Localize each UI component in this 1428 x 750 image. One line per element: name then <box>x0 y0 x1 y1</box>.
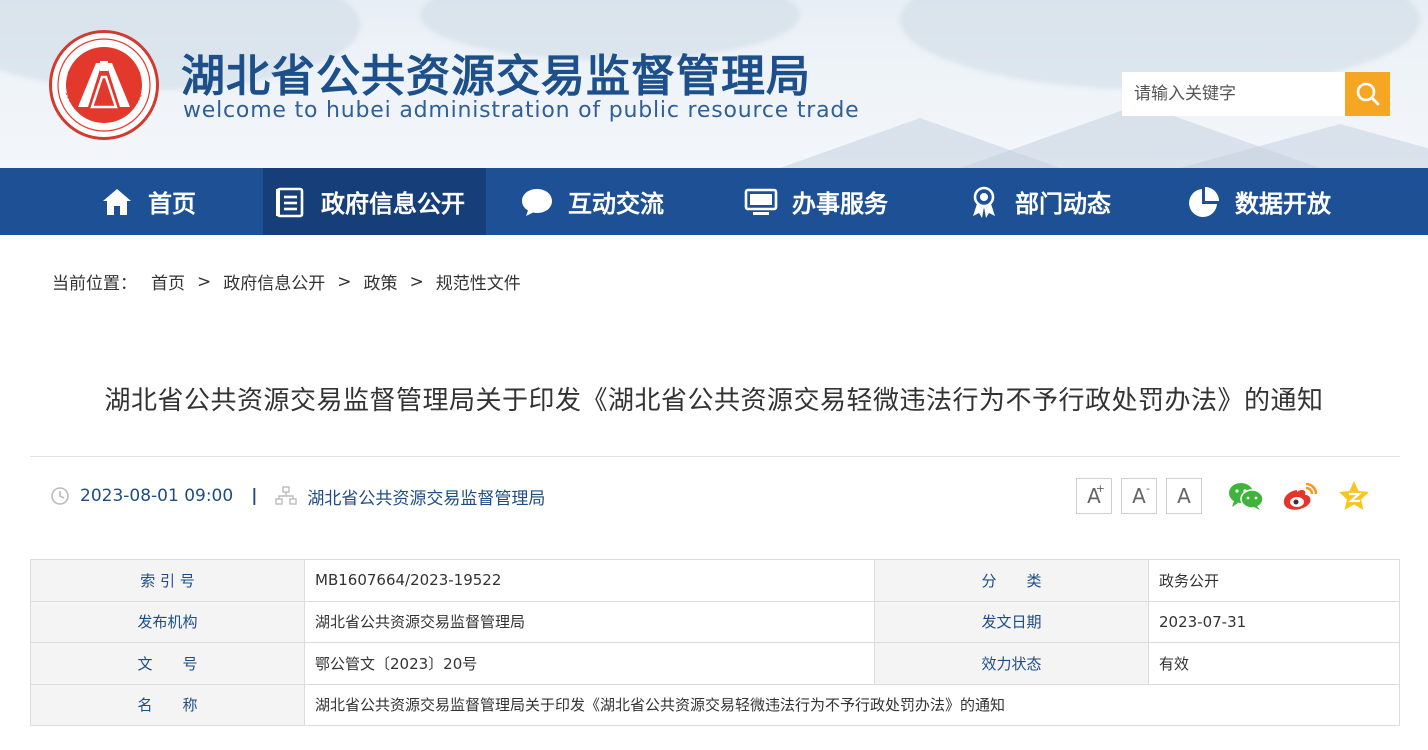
search-button[interactable] <box>1345 72 1390 116</box>
breadcrumb-separator: > <box>197 271 212 292</box>
document-info-table: 索 引 号 MB1607664/2023-19522 分 类 政务公开 发布机构… <box>30 559 1400 726</box>
publish-source: 湖北省公共资源交易监督管理局 <box>307 488 546 509</box>
divider <box>30 456 1400 457</box>
info-value: 鄂公管文〔2023〕20号 <box>304 642 875 685</box>
site-header: 湖北省公共资源交易监督管理局 welcome to hubei administ… <box>0 0 1428 168</box>
wechat-icon <box>1229 483 1264 510</box>
breadcrumb-link-policy[interactable]: 政策 <box>364 269 398 294</box>
qzone-icon <box>1339 481 1369 510</box>
share-qzone-button[interactable] <box>1334 478 1374 514</box>
nav-item-services[interactable]: 办事服务 <box>744 168 914 235</box>
nav-item-gov-info[interactable]: 政府信息公开 <box>263 168 486 235</box>
logo-emblem-icon <box>57 38 151 132</box>
info-value: 湖北省公共资源交易监督管理局 <box>304 600 875 643</box>
share-weibo-button[interactable] <box>1280 478 1320 514</box>
table-row: 文 号 鄂公管文〔2023〕20号 效力状态 有效 <box>30 642 1400 685</box>
chat-bubble-icon <box>520 185 554 219</box>
breadcrumb-label: 当前位置： <box>52 274 137 294</box>
font-reset-label: A <box>1177 484 1191 508</box>
nav-item-label: 数据开放 <box>1235 190 1331 218</box>
search-input[interactable] <box>1122 72 1346 116</box>
font-decrease-label: A <box>1132 484 1146 508</box>
nav-item-label: 政府信息公开 <box>321 190 465 218</box>
info-value: MB1607664/2023-19522 <box>304 559 875 602</box>
site-subtitle: welcome to hubei administration of publi… <box>183 98 860 123</box>
info-key: 发布机构 <box>30 600 305 643</box>
nav-item-label: 办事服务 <box>792 190 888 218</box>
font-increase-button[interactable]: A + <box>1076 478 1112 514</box>
weibo-icon <box>1283 482 1318 510</box>
nav-item-open-data[interactable]: 数据开放 <box>1187 168 1357 235</box>
breadcrumb-link-normative-docs[interactable]: 规范性文件 <box>436 269 521 294</box>
info-key: 名 称 <box>30 683 305 726</box>
table-row: 发布机构 湖北省公共资源交易监督管理局 发文日期 2023-07-31 <box>30 600 1400 643</box>
site-title: 湖北省公共资源交易监督管理局 <box>181 51 811 102</box>
font-decrease-button[interactable]: A- <box>1121 478 1157 514</box>
breadcrumb: 当前位置： 首页 > 政府信息公开 > 政策 > 规范性文件 <box>52 269 521 295</box>
font-decrease-mark: - <box>1146 482 1150 495</box>
breadcrumb-link-home[interactable]: 首页 <box>151 269 185 294</box>
pie-chart-icon <box>1187 185 1221 219</box>
info-key: 分 类 <box>874 559 1149 602</box>
font-increase-mark: + <box>1095 482 1105 495</box>
list-document-icon <box>273 185 307 219</box>
nav-item-home[interactable]: 首页 <box>100 168 230 235</box>
breadcrumb-link-gov-info[interactable]: 政府信息公开 <box>223 269 325 294</box>
nav-item-label: 互动交流 <box>568 190 664 218</box>
breadcrumb-separator: > <box>337 271 352 292</box>
font-reset-button[interactable]: A <box>1166 478 1202 514</box>
site-logo[interactable] <box>49 30 159 140</box>
info-value: 2023-07-31 <box>1148 600 1400 643</box>
monitor-icon <box>744 185 778 219</box>
table-row: 索 引 号 MB1607664/2023-19522 分 类 政务公开 <box>30 559 1400 602</box>
main-nav: 首页 政府信息公开 互动交流 办事服务 部门动态 数据开放 <box>0 168 1428 235</box>
info-key: 文 号 <box>30 642 305 685</box>
info-key: 发文日期 <box>874 600 1149 643</box>
article-title: 湖北省公共资源交易监督管理局关于印发《湖北省公共资源交易轻微违法行为不予行政处罚… <box>104 386 1324 416</box>
publish-date: 2023-08-01 09:00 <box>80 486 234 506</box>
clock-icon <box>50 486 70 506</box>
nav-item-label: 首页 <box>148 190 196 218</box>
nav-item-label: 部门动态 <box>1015 190 1111 218</box>
table-row: 名 称 湖北省公共资源交易监督管理局关于印发《湖北省公共资源交易轻微违法行为不予… <box>30 683 1400 726</box>
award-badge-icon <box>967 185 1001 219</box>
info-key: 效力状态 <box>874 642 1149 685</box>
info-value: 湖北省公共资源交易监督管理局关于印发《湖北省公共资源交易轻微违法行为不予行政处罚… <box>304 683 1400 726</box>
meta-separator: | <box>251 486 258 506</box>
org-chart-icon <box>275 486 298 506</box>
search-icon <box>1356 82 1379 106</box>
home-icon <box>100 185 134 219</box>
share-wechat-button[interactable] <box>1226 478 1266 514</box>
breadcrumb-separator: > <box>409 271 424 292</box>
mountain-decoration <box>1180 124 1428 168</box>
font-size-controls: A + A- A <box>1076 478 1211 514</box>
nav-item-department-news[interactable]: 部门动态 <box>967 168 1137 235</box>
info-value: 政务公开 <box>1148 559 1400 602</box>
nav-item-interaction[interactable]: 互动交流 <box>520 168 690 235</box>
info-value: 有效 <box>1148 642 1400 685</box>
info-key: 索 引 号 <box>30 559 305 602</box>
article-meta: 2023-08-01 09:00 | 湖北省公共资源交易监督管理局 <box>50 482 545 510</box>
